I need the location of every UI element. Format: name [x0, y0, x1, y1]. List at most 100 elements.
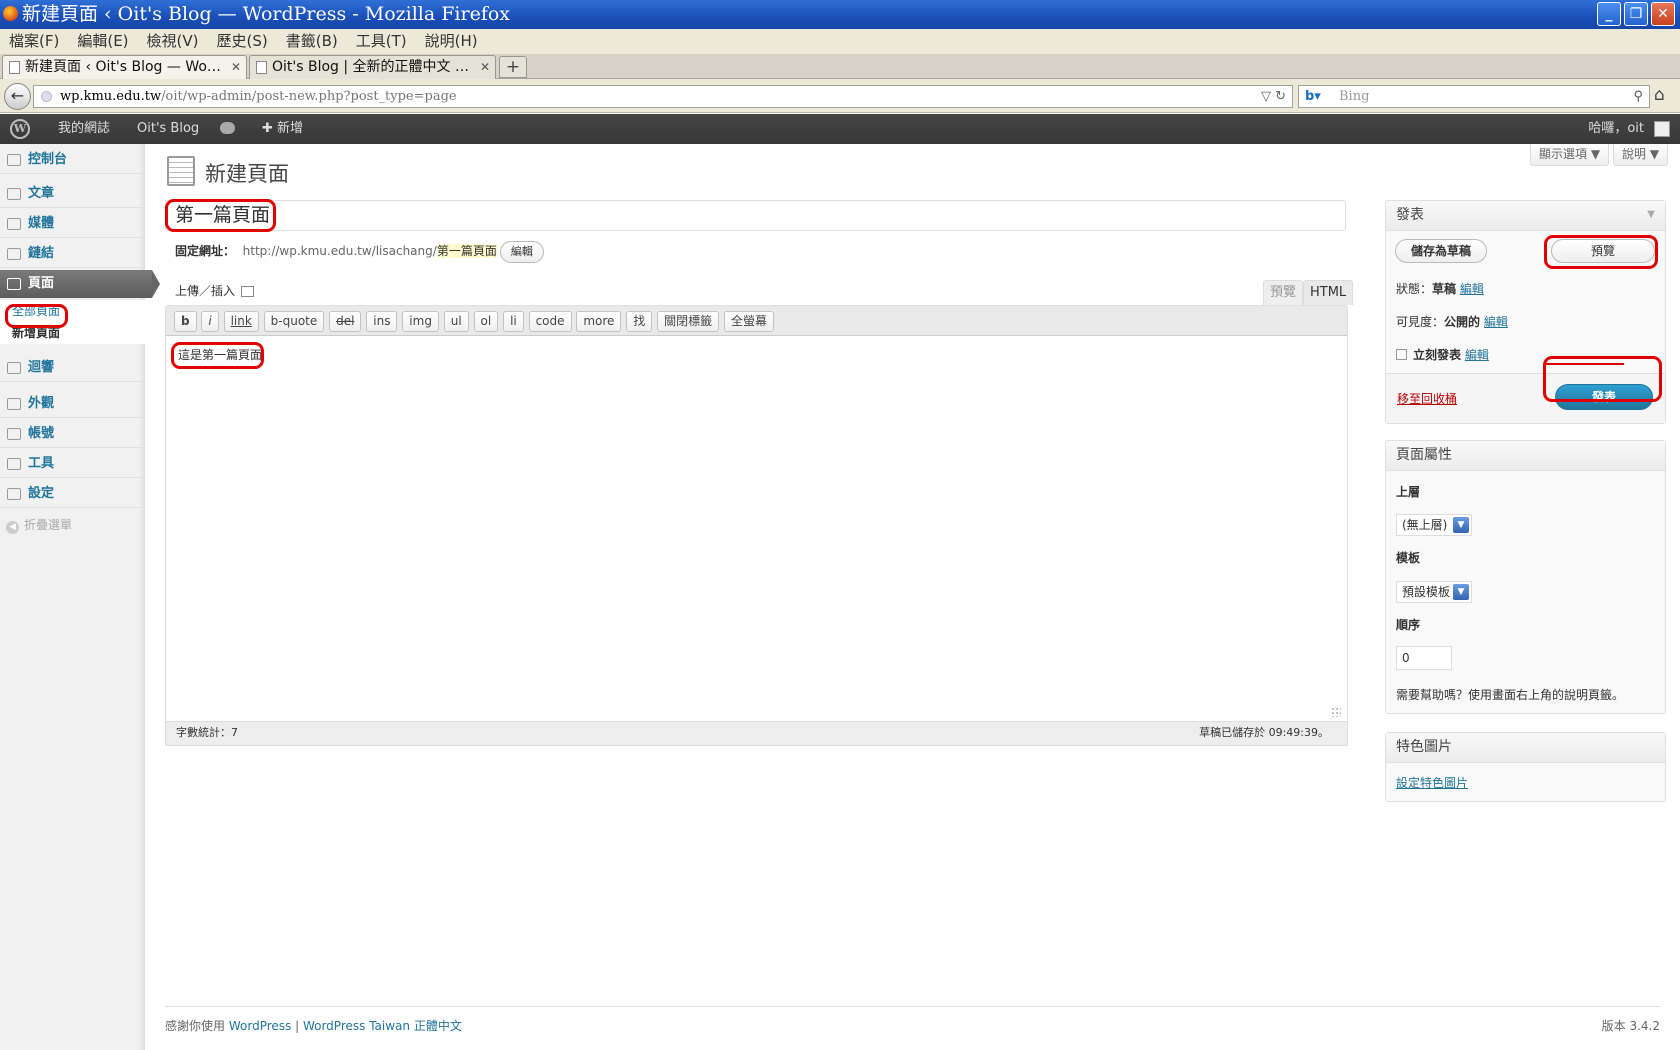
qt-img-button[interactable]: img: [402, 311, 439, 332]
sidebar-item-dashboard[interactable]: 控制台: [0, 146, 145, 174]
sidebar-item-comments[interactable]: 迴響: [0, 354, 145, 382]
wordpress-logo-icon[interactable]: W: [10, 119, 30, 139]
publish-box-header[interactable]: 發表 ▼: [1386, 201, 1665, 231]
admin-bar-new[interactable]: ✚ 新增: [262, 114, 303, 144]
sidebar-item-label: 鏈結: [28, 246, 55, 261]
featured-image-box: 特色圖片 設定特色圖片: [1385, 732, 1666, 802]
sidebar-item-users[interactable]: 帳號: [0, 420, 145, 448]
order-label: 順序: [1396, 618, 1421, 632]
sidebar-item-label: 文章: [28, 186, 55, 201]
qt-bold-button[interactable]: b: [174, 311, 197, 332]
qt-fullscreen-button[interactable]: 全螢幕: [723, 311, 774, 332]
qt-more-button[interactable]: more: [576, 311, 622, 332]
visibility-edit-link[interactable]: 編輯: [1484, 315, 1508, 329]
sidebar-item-links[interactable]: 鏈結: [0, 240, 145, 268]
permalink: 固定網址： http://wp.kmu.edu.tw/lisachang/第一篇…: [175, 240, 544, 263]
parent-select-value: (無上層): [1402, 518, 1448, 532]
parent-label: 上層: [1396, 485, 1421, 499]
home-icon[interactable]: ⌂: [1654, 85, 1665, 105]
close-tab-icon[interactable]: ✕: [480, 56, 490, 78]
template-select[interactable]: 預設模板 ▼: [1396, 581, 1472, 603]
help-button[interactable]: 說明 ▼: [1613, 144, 1669, 166]
menu-file[interactable]: 檔案(F): [0, 29, 68, 54]
avatar[interactable]: [1654, 121, 1670, 137]
schedule-edit-link[interactable]: 編輯: [1465, 348, 1489, 362]
sidebar-item-label: 工具: [28, 456, 55, 471]
permalink-edit-button[interactable]: 編輯: [499, 241, 544, 263]
qt-link-button[interactable]: link: [223, 311, 259, 332]
sidebar-item-tools[interactable]: 工具: [0, 450, 145, 478]
menu-tools[interactable]: 工具(T): [347, 29, 416, 54]
sidebar-item-media[interactable]: 媒體: [0, 210, 145, 238]
content-editor[interactable]: b i link b-quote del ins img ul ol li co…: [165, 305, 1348, 722]
qt-ins-button[interactable]: ins: [366, 311, 398, 332]
order-input[interactable]: 0: [1396, 646, 1452, 670]
tab-new-page[interactable]: 新建頁面 ‹ Oit's Blog — Wo… ✕: [2, 55, 247, 80]
page-attributes-header[interactable]: 頁面屬性: [1386, 441, 1665, 471]
comment-icon: [7, 362, 21, 374]
close-tab-icon[interactable]: ✕: [231, 56, 241, 78]
qt-del-button[interactable]: del: [329, 311, 362, 332]
tab-blog[interactable]: Oit's Blog | 全新的正體中文 … ✕: [249, 55, 496, 79]
menu-history[interactable]: 歷史(S): [208, 29, 277, 54]
qt-li-button[interactable]: li: [503, 311, 524, 332]
add-media-icon[interactable]: [241, 286, 255, 297]
footer-separator: |: [291, 1019, 303, 1033]
permalink-slug[interactable]: 第一篇頁面: [436, 244, 497, 258]
tab-html[interactable]: HTML: [1303, 280, 1354, 305]
admin-bar-blog[interactable]: Oit's Blog: [137, 114, 199, 144]
qt-ul-button[interactable]: ul: [443, 311, 469, 332]
menu-bookmarks[interactable]: 書籤(B): [277, 29, 347, 54]
highlight-annotation: [1543, 356, 1662, 402]
search-engine-icon[interactable]: b▾: [1305, 86, 1321, 107]
status-label: 狀態：: [1396, 282, 1433, 296]
site-identity-icon[interactable]: [41, 91, 52, 102]
set-featured-image-link[interactable]: 設定特色圖片: [1396, 774, 1468, 791]
back-button[interactable]: ←: [4, 83, 31, 110]
sidebar-item-settings[interactable]: 設定: [0, 480, 145, 508]
dashboard-icon: [7, 154, 21, 166]
title-input[interactable]: 第一篇頁面: [165, 200, 1346, 231]
qt-ol-button[interactable]: ol: [473, 311, 499, 332]
admin-bar-new-label: 新增: [277, 121, 304, 136]
close-window-button[interactable]: ✕: [1651, 2, 1675, 26]
reload-icon[interactable]: ▽ ↻: [1261, 86, 1286, 107]
save-draft-button[interactable]: 儲存為草稿: [1395, 239, 1487, 263]
featured-image-header[interactable]: 特色圖片: [1386, 733, 1665, 763]
admin-bar-my-sites[interactable]: 我的網誌: [58, 114, 110, 144]
page-attributes-box: 頁面屬性 上層 (無上層) ▼ 模板 預設模板 ▼ 順序 0 需要幫助嗎？使用畫面右…: [1385, 440, 1666, 714]
minimize-button[interactable]: _: [1597, 2, 1621, 26]
screen-options-button[interactable]: 顯示選項 ▼: [1530, 144, 1610, 166]
qt-code-button[interactable]: code: [528, 311, 572, 332]
status-edit-link[interactable]: 編輯: [1460, 282, 1484, 296]
qt-lookup-button[interactable]: 找: [626, 311, 653, 332]
editor-status-bar: 字數統計：7 草稿已儲存於 09:49:39。: [165, 722, 1348, 746]
menu-edit[interactable]: 編輯(E): [68, 29, 137, 54]
footer-wordpress-link[interactable]: WordPress: [229, 1019, 291, 1033]
restore-button[interactable]: ❐: [1624, 2, 1648, 26]
menu-help[interactable]: 說明(H): [416, 29, 487, 54]
admin-bar-greeting[interactable]: 哈囉，oit: [1588, 114, 1644, 144]
comments-icon[interactable]: [220, 122, 235, 134]
window-titlebar: 新建頁面 ‹ Oit's Blog — WordPress - Mozilla …: [0, 0, 1680, 29]
toggle-arrow-icon[interactable]: ▼: [1647, 201, 1655, 229]
qt-blockquote-button[interactable]: b-quote: [263, 311, 325, 332]
qt-close-tags-button[interactable]: 關閉標籤: [657, 311, 720, 332]
collapse-menu[interactable]: ◀ 折疊選單: [6, 516, 72, 534]
search-bar[interactable]: b▾ Bing ⚲: [1298, 85, 1650, 108]
search-icon[interactable]: ⚲: [1633, 86, 1643, 107]
resize-grip-icon[interactable]: [1331, 707, 1341, 717]
parent-select[interactable]: (無上層) ▼: [1396, 514, 1472, 536]
tab-visual[interactable]: 預覽: [1263, 280, 1304, 305]
url-bar[interactable]: wp.kmu.edu.tw/oit/wp-admin/post-new.php?…: [33, 85, 1293, 108]
sidebar-item-posts[interactable]: 文章: [0, 180, 145, 208]
sidebar-item-pages[interactable]: 頁面: [0, 270, 160, 298]
footer-wordpress-taiwan-link[interactable]: WordPress Taiwan 正體中文: [303, 1019, 462, 1033]
menu-view[interactable]: 檢視(V): [138, 29, 208, 54]
move-to-trash-link[interactable]: 移至回收桶: [1397, 390, 1457, 407]
tools-icon: [7, 458, 21, 470]
sidebar-item-appearance[interactable]: 外觀: [0, 390, 145, 418]
users-icon: [7, 428, 21, 440]
qt-italic-button[interactable]: i: [201, 311, 219, 332]
new-tab-button[interactable]: +: [499, 56, 527, 78]
